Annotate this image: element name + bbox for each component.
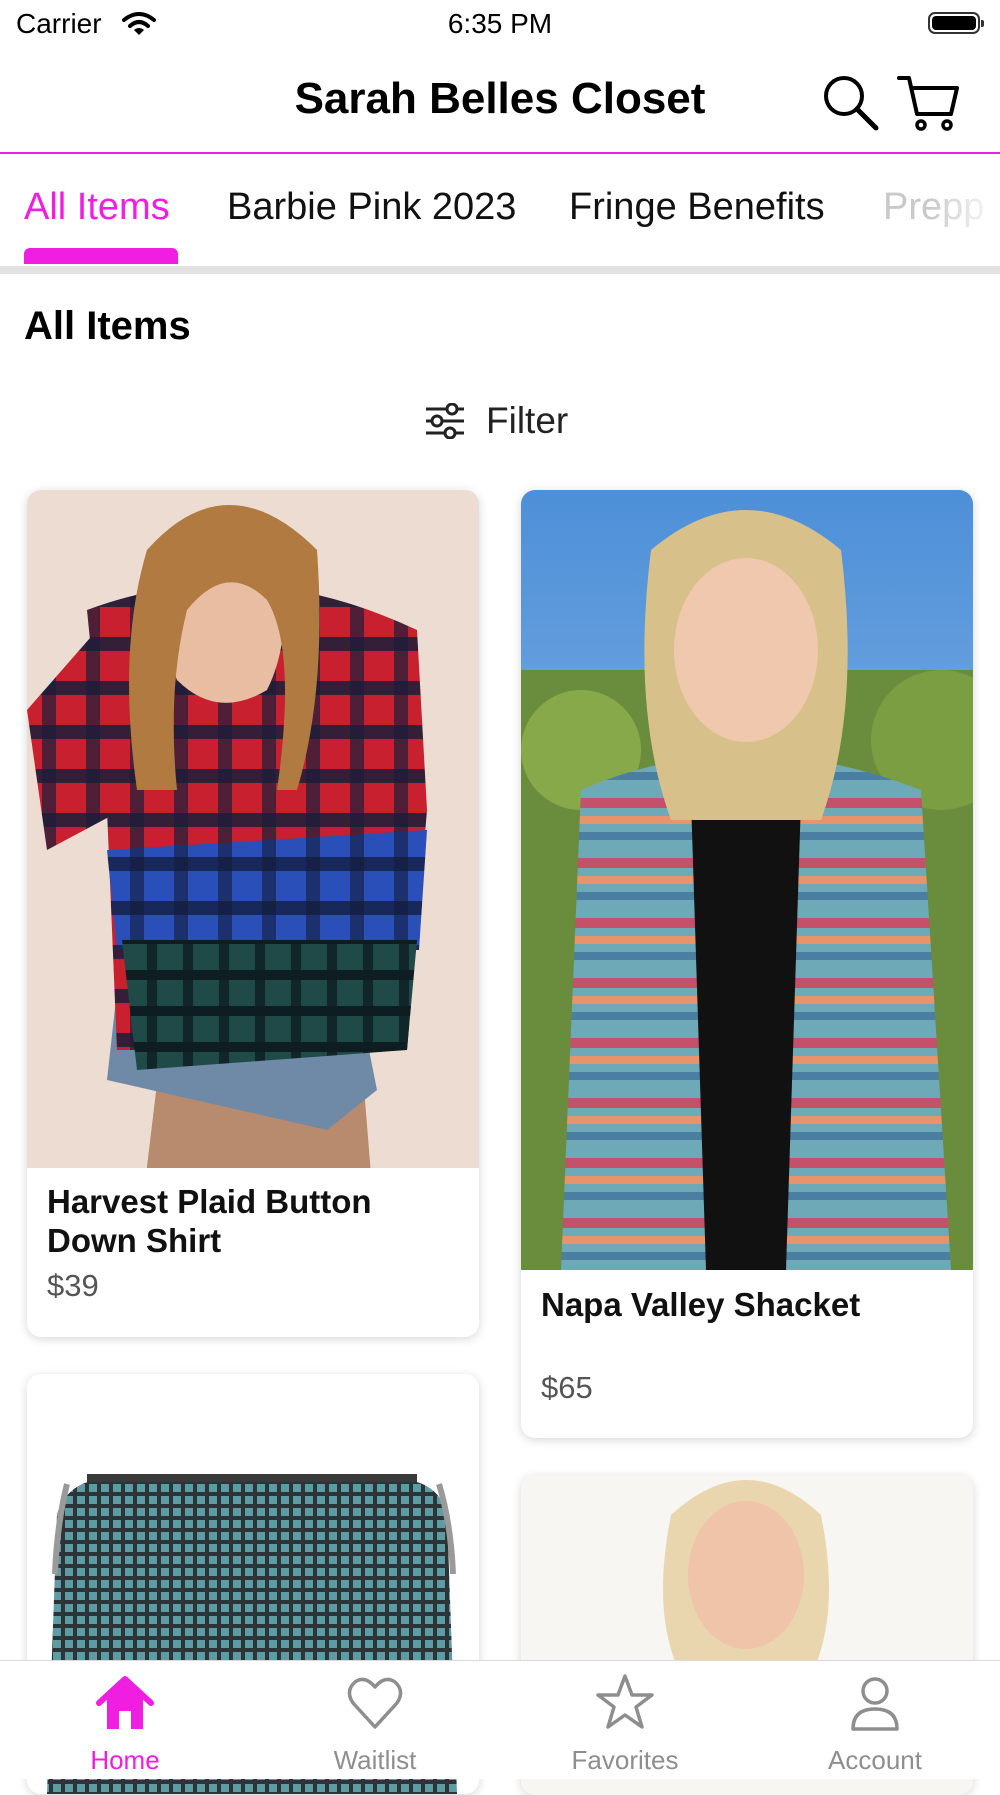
tab-barbie-pink-2023[interactable]: Barbie Pink 2023 [227,186,516,229]
search-icon[interactable] [820,72,882,134]
nav-waitlist-label: Waitlist [333,1745,417,1775]
nav-account[interactable]: Account [750,1661,1000,1779]
heart-icon [347,1677,403,1729]
status-time: 6:35 PM [447,8,553,39]
bottom-tab-bar: Home Waitlist Favorites Account [0,1660,1000,1779]
active-tab-indicator [24,248,178,264]
tab-fringe-benefits[interactable]: Fringe Benefits [569,186,825,229]
product-photo [27,490,479,1168]
product-card[interactable]: Napa Valley Shacket $65 [521,490,973,1438]
star-icon [596,1674,654,1729]
filter-sliders-icon [426,403,464,439]
nav-favorites-label: Favorites [571,1745,679,1775]
filter-button[interactable]: Filter [424,396,568,446]
section-title: All Items [24,304,191,348]
tabs-fade [930,156,1000,266]
nav-favorites[interactable]: Favorites [500,1661,750,1779]
product-card[interactable]: Harvest Plaid Button Down Shirt $39 [27,490,479,1337]
tabs-divider [0,266,1000,274]
product-name: Napa Valley Shacket [541,1286,861,1323]
status-bar: Carrier 6:35 PM [0,0,1000,50]
person-icon [851,1677,899,1731]
battery-icon [928,12,984,34]
filter-label: Filter [486,400,569,441]
tab-all-items[interactable]: All Items [24,186,170,229]
product-price: $65 [541,1370,593,1405]
nav-home-label: Home [90,1745,160,1775]
app-header: Sarah Belles Closet [0,50,1000,154]
nav-home[interactable]: Home [0,1661,250,1779]
nav-waitlist[interactable]: Waitlist [250,1661,500,1779]
product-photo [521,490,973,1270]
category-tabs: All Items Barbie Pink 2023 Fringe Benefi… [0,156,1000,266]
nav-account-label: Account [828,1745,922,1775]
product-name: Harvest Plaid Button Down Shirt [47,1183,372,1259]
home-icon [96,1676,154,1729]
product-price: $39 [47,1268,99,1303]
cart-icon[interactable] [897,72,959,134]
